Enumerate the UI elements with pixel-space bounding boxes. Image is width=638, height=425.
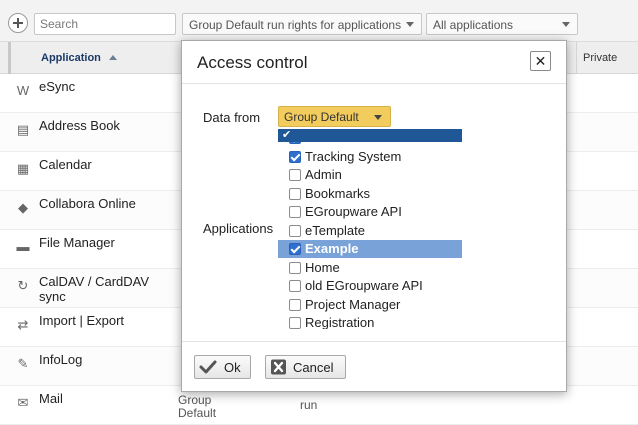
application-option-label: Example bbox=[305, 241, 359, 256]
cancel-button[interactable]: Cancel bbox=[265, 355, 346, 379]
application-option[interactable]: Home bbox=[278, 259, 462, 277]
rights-filter-select[interactable]: Group Default run rights for application… bbox=[182, 13, 422, 35]
select-all-bar[interactable]: ✔ bbox=[278, 129, 462, 142]
column-header-label: Application bbox=[41, 52, 101, 64]
rights-filter-value: Group Default run rights for application… bbox=[189, 18, 402, 32]
close-button[interactable]: ✕ bbox=[530, 51, 551, 71]
checkbox[interactable] bbox=[289, 224, 301, 237]
application-option[interactable]: EGroupware API bbox=[278, 203, 462, 221]
divider bbox=[182, 341, 566, 342]
app-icon: ◆ bbox=[18, 200, 28, 215]
app-icon: W bbox=[16, 83, 30, 98]
checkmark-icon bbox=[199, 360, 217, 374]
add-icon[interactable] bbox=[8, 13, 28, 33]
checkbox[interactable] bbox=[289, 206, 301, 218]
app-name: eSync bbox=[39, 79, 76, 94]
data-from-label: Data from bbox=[203, 110, 261, 125]
column-header-private[interactable]: Private bbox=[576, 42, 638, 74]
application-option[interactable]: Admin bbox=[278, 166, 462, 184]
chevron-down-icon bbox=[406, 22, 414, 27]
app-rights: run bbox=[300, 398, 318, 412]
application-option-label: EGroupware API bbox=[305, 204, 402, 219]
checkbox[interactable] bbox=[289, 243, 301, 255]
sort-ascending-icon bbox=[108, 55, 117, 60]
search-input[interactable] bbox=[34, 13, 176, 35]
close-icon: ✕ bbox=[534, 53, 547, 69]
app-icon: ↻ bbox=[17, 278, 29, 293]
checkbox[interactable] bbox=[289, 169, 301, 181]
application-option[interactable]: eTemplate bbox=[278, 222, 462, 240]
data-from-value: Group Default bbox=[284, 110, 359, 124]
toolbar: Group Default run rights for application… bbox=[0, 0, 638, 42]
application-option[interactable]: Project Manager bbox=[278, 296, 462, 314]
app-icon: ▦ bbox=[16, 161, 30, 176]
application-option[interactable]: old EGroupware API bbox=[278, 277, 462, 295]
app-icon: ▤ bbox=[16, 122, 30, 137]
app-name: InfoLog bbox=[39, 352, 83, 367]
applications-label: Applications bbox=[203, 221, 274, 236]
checkbox[interactable] bbox=[289, 261, 301, 274]
application-option-label: Project Manager bbox=[305, 296, 401, 312]
chevron-down-icon bbox=[562, 22, 570, 27]
application-option-label: old EGroupware API bbox=[305, 278, 423, 293]
cancel-icon bbox=[271, 359, 286, 375]
ok-label: Ok bbox=[224, 360, 241, 375]
application-option-label: Admin bbox=[305, 167, 342, 182]
checkbox[interactable] bbox=[289, 150, 301, 163]
app-icon: ✎ bbox=[17, 356, 29, 371]
application-option-label: eTemplate bbox=[305, 222, 365, 238]
cancel-label: Cancel bbox=[293, 360, 334, 375]
app-icon: ✉ bbox=[17, 395, 29, 410]
column-header-label: Private bbox=[583, 52, 618, 64]
apps-filter-select[interactable]: All applications bbox=[426, 13, 578, 35]
application-option[interactable]: Example bbox=[278, 240, 462, 258]
application-option-label: Registration bbox=[305, 315, 375, 329]
column-header-application[interactable]: Application bbox=[8, 42, 178, 74]
divider bbox=[182, 83, 566, 84]
checkbox[interactable] bbox=[289, 298, 301, 311]
application-option[interactable]: Registration bbox=[278, 314, 462, 329]
application-option-label: Tracking System bbox=[305, 148, 402, 164]
app-name: CalDAV / CardDAV sync bbox=[39, 274, 150, 304]
app-group: Group Default bbox=[178, 393, 217, 420]
dialog-title: Access control bbox=[197, 53, 308, 72]
checkbox[interactable] bbox=[289, 187, 301, 200]
app-icon: ⇄ bbox=[17, 317, 29, 332]
app-name: Address Book bbox=[39, 118, 120, 133]
application-option-label: Bookmarks bbox=[305, 185, 371, 201]
application-option[interactable]: Bookmarks bbox=[278, 185, 462, 203]
data-from-select[interactable]: Group Default bbox=[278, 106, 391, 127]
app-name: Mail bbox=[39, 391, 63, 406]
checkmark-icon: ✔ bbox=[282, 129, 292, 141]
application-option-label: Home bbox=[305, 259, 340, 275]
apps-filter-value: All applications bbox=[433, 18, 514, 32]
checkbox[interactable] bbox=[289, 317, 301, 329]
app-name: File Manager bbox=[39, 235, 115, 250]
chevron-down-icon bbox=[374, 115, 382, 120]
application-option[interactable]: Tracking System bbox=[278, 148, 462, 166]
app-icon: ▬ bbox=[16, 239, 30, 254]
app-name: Collabora Online bbox=[39, 196, 136, 211]
checkbox[interactable] bbox=[289, 280, 301, 292]
app-name: Import | Export bbox=[39, 313, 125, 328]
ok-button[interactable]: Ok bbox=[194, 355, 251, 379]
applications-multiselect[interactable]: ✔ Time SheetTracking SystemAdminBookmark… bbox=[278, 129, 462, 329]
access-control-dialog: Access control ✕ Data from Group Default… bbox=[181, 40, 567, 392]
app-name: Calendar bbox=[39, 157, 92, 172]
